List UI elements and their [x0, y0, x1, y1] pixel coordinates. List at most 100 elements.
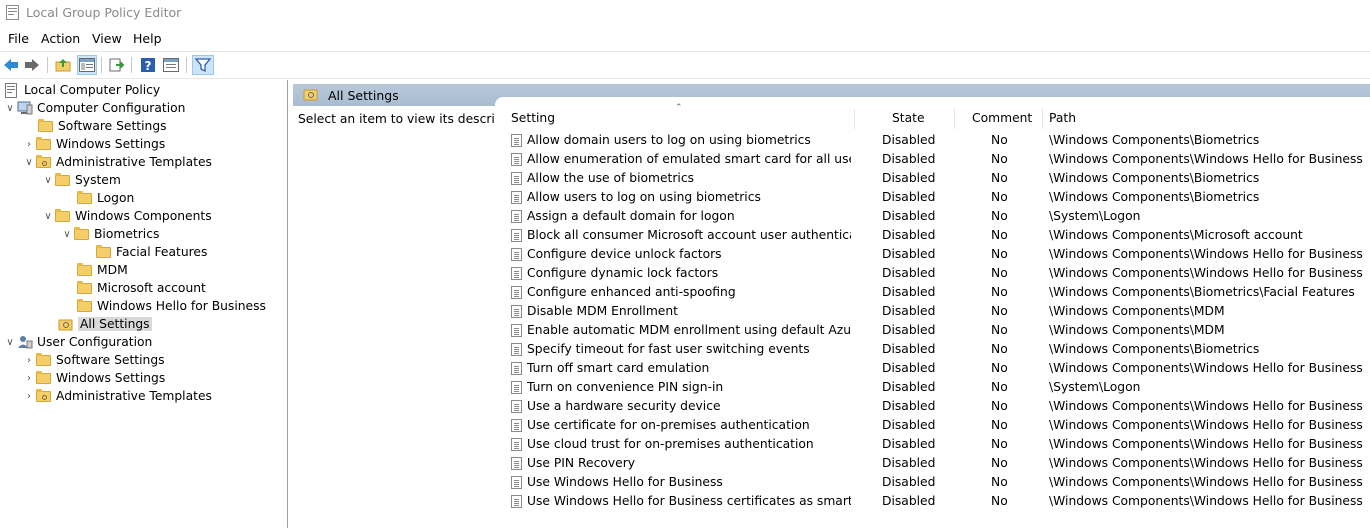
setting-path: \Windows Components\Windows Hello for Bu… [1049, 361, 1363, 375]
policy-setting-icon [511, 343, 522, 356]
table-row[interactable]: Assign a default domain for logon Disable… [495, 207, 1370, 226]
table-row[interactable]: Allow enumeration of emulated smart card… [495, 150, 1370, 169]
tree-label: Microsoft account [97, 281, 206, 295]
tree-node-local-computer-policy[interactable]: Local Computer Policy [4, 81, 160, 99]
all-settings-icon [58, 317, 74, 331]
setting-path: \Windows Components\Windows Hello for Bu… [1049, 418, 1363, 432]
setting-comment: No [991, 152, 1008, 166]
setting-state: Disabled [882, 418, 936, 432]
table-row[interactable]: Use certificate for on-premises authenti… [495, 416, 1370, 435]
tree-label: Windows Components [75, 209, 212, 223]
setting-comment: No [991, 171, 1008, 185]
column-divider[interactable] [954, 109, 955, 129]
table-row[interactable]: Use PIN Recovery Disabled No \Windows Compo… [495, 454, 1370, 473]
chevron-down-icon[interactable]: ∨ [41, 175, 55, 186]
tree-node-windows-settings[interactable]: › Windows Settings [22, 135, 165, 153]
policy-setting-icon [511, 438, 522, 451]
chevron-down-icon[interactable]: ∨ [3, 337, 17, 348]
tree-node-facial-features[interactable]: Facial Features [82, 243, 207, 261]
tree-node-microsoft-account[interactable]: Microsoft account [63, 279, 206, 297]
menu-view[interactable]: View [92, 31, 122, 46]
policy-setting-icon [511, 419, 522, 432]
tree-label: System [75, 173, 121, 187]
table-row[interactable]: Configure device unlock factors Disabled N… [495, 245, 1370, 264]
chevron-right-icon[interactable]: › [22, 139, 36, 150]
folder-icon [96, 245, 112, 259]
column-header-path[interactable]: Path [1049, 111, 1076, 125]
chevron-down-icon[interactable]: ∨ [60, 229, 74, 240]
folder-icon [55, 209, 71, 223]
column-divider[interactable] [1042, 109, 1043, 129]
table-row[interactable]: Specify timeout for fast user switching … [495, 340, 1370, 359]
table-row[interactable]: Allow the use of biometrics Disabled No \Wi… [495, 169, 1370, 188]
tree-node-administrative-templates[interactable]: ∨ Administrative Templates [22, 153, 212, 171]
setting-name: Allow domain users to log on using biome… [527, 133, 811, 147]
policy-setting-icon [511, 153, 522, 166]
table-row[interactable]: Configure enhanced anti-spoofing Disabled… [495, 283, 1370, 302]
setting-state: Disabled [882, 475, 936, 489]
table-row[interactable]: Turn on convenience PIN sign-in Disabled N… [495, 378, 1370, 397]
setting-name: Enable automatic MDM enrollment using de… [527, 323, 851, 337]
setting-state: Disabled [882, 323, 936, 337]
chevron-right-icon[interactable]: › [22, 391, 36, 402]
table-row[interactable]: Use cloud trust for on-premises authenti… [495, 435, 1370, 454]
tree-node-windows-components[interactable]: ∨ Windows Components [41, 207, 212, 225]
menu-file[interactable]: File [8, 31, 29, 46]
menu-action[interactable]: Action [41, 31, 80, 46]
column-divider[interactable] [854, 109, 855, 129]
table-row[interactable]: Configure dynamic lock factors Disabled No… [495, 264, 1370, 283]
setting-comment: No [991, 494, 1008, 508]
table-row[interactable]: Use Windows Hello for Business Disabled No… [495, 473, 1370, 492]
menu-help[interactable]: Help [133, 31, 162, 46]
column-header-comment[interactable]: Comment [972, 111, 1032, 125]
chevron-right-icon[interactable]: › [22, 373, 36, 384]
tree-node-software-settings[interactable]: Software Settings [24, 117, 167, 135]
tree-node-user-windows-settings[interactable]: › Windows Settings [22, 369, 165, 387]
all-settings-icon [303, 87, 319, 102]
tree-node-biometrics[interactable]: ∨ Biometrics [60, 225, 159, 243]
tree-pane: Local Computer Policy ∨ Computer Configu… [0, 80, 288, 528]
tree-node-mdm[interactable]: MDM [63, 261, 128, 279]
tree-node-user-software-settings[interactable]: › Software Settings [22, 351, 165, 369]
forward-arrow-icon[interactable] [22, 55, 42, 75]
tree-node-system[interactable]: ∨ System [41, 171, 121, 189]
table-row[interactable]: Allow domain users to log on using biome… [495, 131, 1370, 150]
chevron-right-icon[interactable]: › [22, 355, 36, 366]
help-icon[interactable]: ? [138, 55, 158, 75]
chevron-down-icon[interactable]: ∨ [22, 157, 36, 168]
setting-name: Allow users to log on using biometrics [527, 190, 761, 204]
back-arrow-icon[interactable] [1, 55, 21, 75]
setting-state: Disabled [882, 171, 936, 185]
setting-name: Use cloud trust for on-premises authenti… [527, 437, 814, 451]
table-row[interactable]: Use Windows Hello for Business certifica… [495, 492, 1370, 511]
tree-node-logon[interactable]: Logon [63, 189, 134, 207]
table-row[interactable]: Disable MDM Enrollment Disabled No \Windows… [495, 302, 1370, 321]
column-header-setting[interactable]: Setting [511, 111, 555, 125]
tree-node-user-configuration[interactable]: ∨ User Configuration [3, 333, 152, 351]
table-row[interactable]: Block all consumer Microsoft account use… [495, 226, 1370, 245]
filter-icon[interactable] [192, 55, 214, 75]
table-row[interactable]: Enable automatic MDM enrollment using de… [495, 321, 1370, 340]
table-row[interactable]: Turn off smart card emulation Disabled No \… [495, 359, 1370, 378]
tree-node-computer-configuration[interactable]: ∨ Computer Configuration [3, 99, 185, 117]
export-list-icon[interactable] [107, 55, 127, 75]
policy-setting-icon [511, 229, 522, 242]
tree-node-windows-hello-for-business[interactable]: Windows Hello for Business [63, 297, 266, 315]
tree-node-all-settings[interactable]: All Settings [44, 315, 152, 333]
table-row[interactable]: Use a hardware security device Disabled No… [495, 397, 1370, 416]
details-title: All Settings [328, 88, 399, 103]
column-header-state[interactable]: State [892, 111, 925, 125]
tree-node-user-administrative-templates[interactable]: › Administrative Templates [22, 387, 212, 405]
chevron-down-icon[interactable]: ∨ [41, 211, 55, 222]
setting-name: Specify timeout for fast user switching … [527, 342, 810, 356]
properties-icon[interactable] [161, 55, 181, 75]
setting-state: Disabled [882, 266, 936, 280]
setting-comment: No [991, 266, 1008, 280]
show-hide-tree-icon[interactable] [77, 55, 97, 75]
table-row[interactable]: Allow users to log on using biometrics Di… [495, 188, 1370, 207]
folder-icon [77, 191, 93, 205]
setting-comment: No [991, 323, 1008, 337]
up-folder-icon[interactable] [53, 55, 73, 75]
chevron-down-icon[interactable]: ∨ [3, 103, 17, 114]
svg-text:?: ? [145, 59, 152, 73]
